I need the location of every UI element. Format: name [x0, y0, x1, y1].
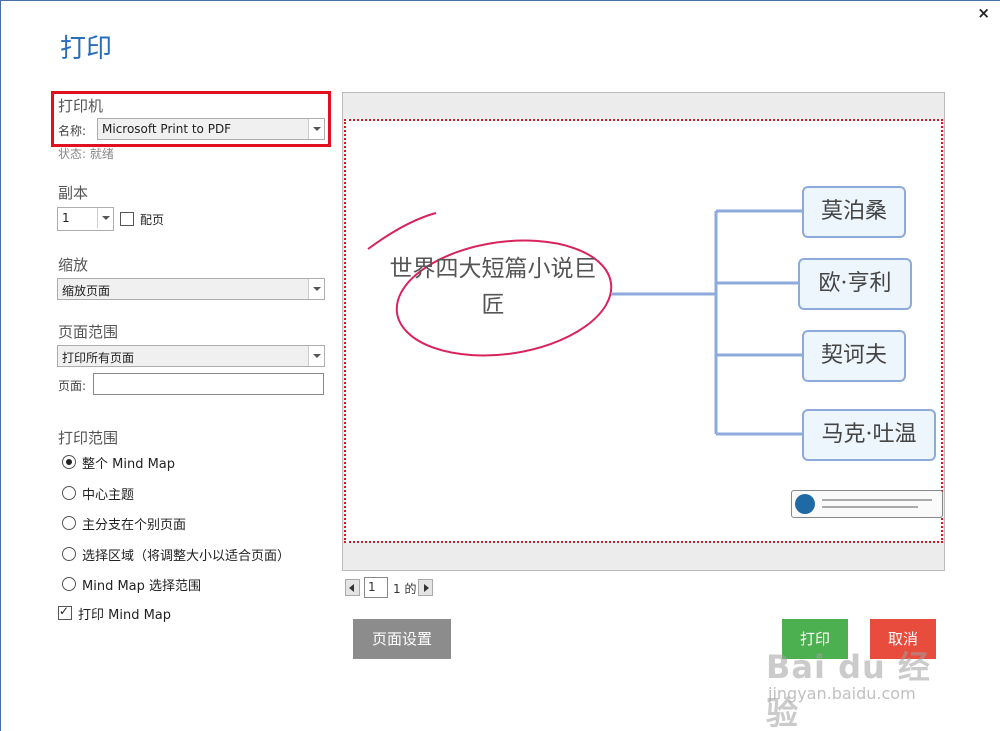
cancel-button[interactable]: 取消 — [870, 619, 936, 659]
next-page-button[interactable] — [418, 579, 433, 596]
option-main-branches-label: 主分支在个别页面 — [82, 518, 187, 533]
collate-label: 配页 — [140, 213, 165, 227]
printer-status-value: 就绪 — [89, 147, 114, 161]
branch-node-3: 契诃夫 — [802, 330, 906, 382]
preview-page: 世界四大短篇小说巨 匠 莫泊桑 欧·亨利 契诃夫 马克·吐温 — [344, 119, 943, 543]
hand-drawn-stroke — [367, 212, 437, 250]
collate-checkbox[interactable] — [120, 212, 134, 226]
print-scope-section-label: 打印范围 — [58, 429, 119, 447]
pages-input[interactable] — [93, 373, 324, 395]
pages-label: 页面: — [58, 379, 87, 393]
print-preview: 世界四大短篇小说巨 匠 莫泊桑 欧·亨利 契诃夫 马克·吐温 — [342, 92, 945, 571]
print-mindmap-label: 打印 Mind Map — [78, 608, 172, 623]
page-range-section-label: 页面范围 — [58, 323, 119, 341]
page-range-select[interactable]: 打印所有页面 — [57, 345, 325, 367]
radio-selection-area[interactable] — [62, 547, 76, 561]
chevron-down-icon — [308, 279, 324, 299]
branch-node-1: 莫泊桑 — [802, 186, 906, 238]
scale-section-label: 缩放 — [58, 256, 89, 274]
chevron-down-icon — [308, 346, 324, 366]
printer-status-label: 状态: — [58, 147, 87, 161]
radio-main-branches[interactable] — [62, 516, 76, 530]
central-topic-line1: 世界四大短篇小说巨 — [389, 256, 597, 282]
central-topic-line2: 匠 — [481, 292, 505, 318]
option-selection-area-label: 选择区域（将调整大小以适合页面） — [82, 549, 291, 564]
preview-watermark-card — [791, 490, 943, 518]
branch-node-2: 欧·亨利 — [798, 258, 912, 310]
radio-central-topic[interactable] — [62, 486, 76, 500]
scale-select[interactable]: 缩放页面 — [57, 278, 325, 300]
highlight-annotation — [51, 91, 331, 147]
copies-section-label: 副本 — [58, 184, 89, 202]
print-button[interactable]: 打印 — [782, 619, 848, 659]
option-whole-mindmap-label: 整个 Mind Map — [82, 457, 176, 472]
close-icon[interactable]: × — [977, 4, 990, 22]
page-number-input[interactable]: 1 — [364, 577, 388, 598]
branch-node-4: 马克·吐温 — [802, 409, 936, 461]
option-mindmap-selection-label: Mind Map 选择范围 — [82, 579, 202, 594]
central-topic: 世界四大短篇小说巨 匠 — [368, 251, 618, 323]
copies-value: 1 — [62, 211, 70, 225]
prev-page-button[interactable] — [345, 579, 360, 596]
print-mindmap-checkbox[interactable] — [58, 604, 72, 620]
mindmanager-logo-icon — [795, 494, 815, 514]
copies-select[interactable]: 1 — [57, 207, 114, 231]
radio-mindmap-selection[interactable] — [62, 577, 76, 591]
radio-whole-mindmap[interactable] — [62, 455, 76, 469]
page-setup-button[interactable]: 页面设置 — [353, 619, 451, 659]
dialog-title: 打印 — [60, 34, 113, 64]
option-central-topic-label: 中心主题 — [82, 488, 135, 503]
baidu-watermark-url: jingyan.baidu.com — [768, 684, 916, 703]
page-of-label: 1 的 — [393, 582, 417, 596]
scale-select-value: 缩放页面 — [62, 284, 111, 298]
chevron-down-icon — [97, 208, 113, 228]
page-range-select-value: 打印所有页面 — [62, 351, 135, 365]
printer-status: 状态: 就绪 — [58, 145, 114, 162]
